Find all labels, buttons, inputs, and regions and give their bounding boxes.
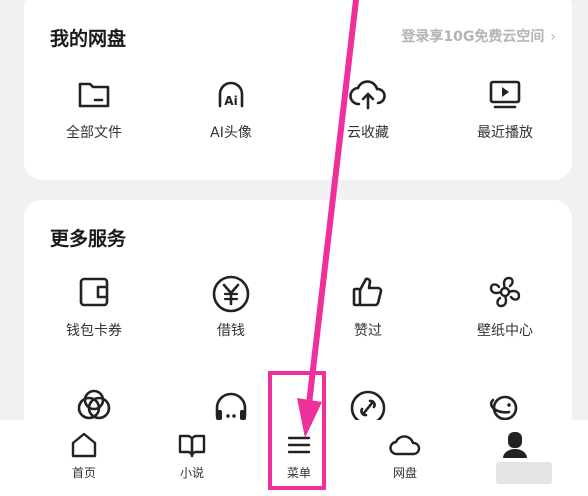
pointer-arrow-annotation bbox=[297, 0, 359, 438]
blurred-watermark bbox=[496, 462, 552, 484]
